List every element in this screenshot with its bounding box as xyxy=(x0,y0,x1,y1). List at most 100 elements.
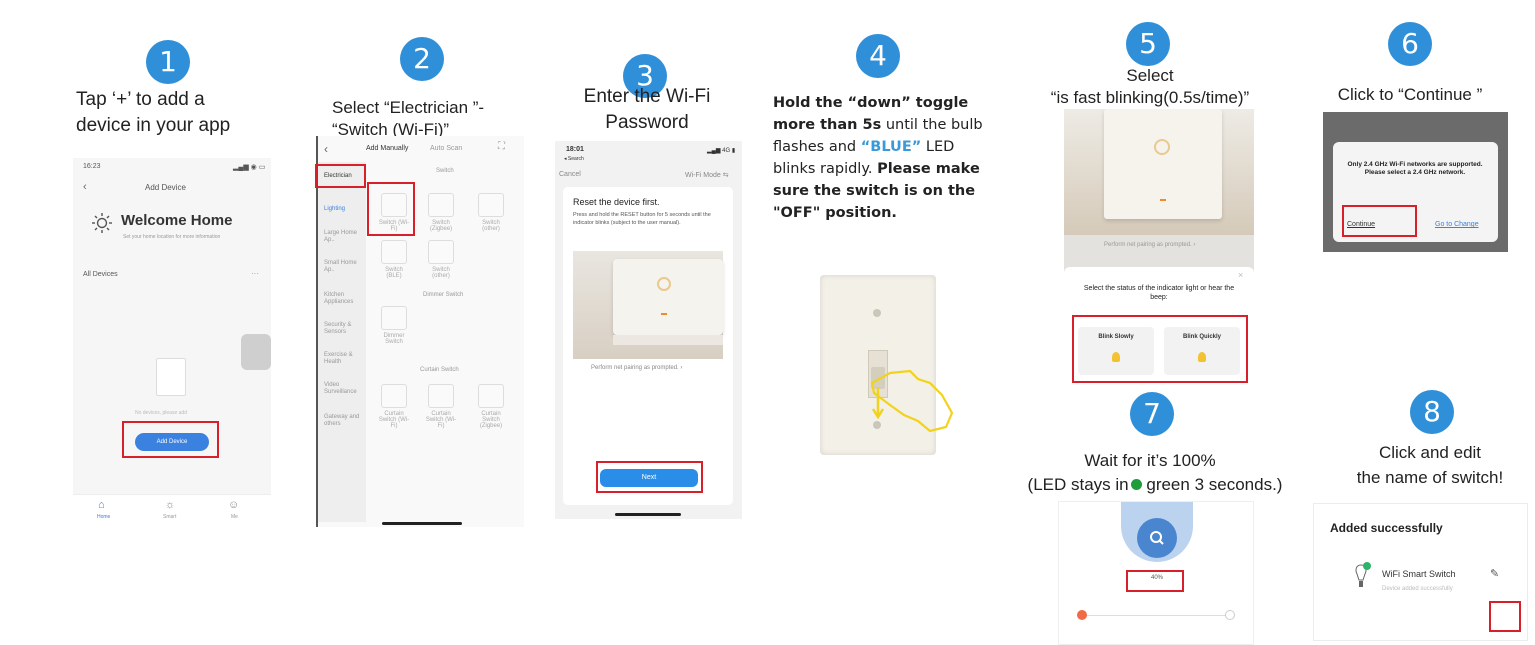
cancel-link[interactable]: Cancel xyxy=(559,171,581,178)
step-4-number: 4 xyxy=(856,34,900,78)
category-exercise[interactable]: Exercise & Health xyxy=(324,352,364,366)
section-curtain: Curtain Switch xyxy=(420,367,459,373)
back-chevron-icon[interactable]: ‹ xyxy=(83,181,87,193)
reset-body: Press and hold the RESET button for 5 se… xyxy=(573,212,711,226)
step-5-caption-line1: Select xyxy=(1126,66,1174,85)
scan-icon[interactable]: ⛶ xyxy=(498,141,505,152)
step-7-caption-part-b: green 3 seconds.) xyxy=(1141,475,1283,494)
progress-step-3-dot xyxy=(1225,610,1235,620)
home-indicator xyxy=(382,522,462,525)
step-2-number: 2 xyxy=(400,37,444,81)
device-body-5 xyxy=(1104,109,1222,219)
item-switch-ble-icon[interactable] xyxy=(381,240,407,264)
highlight-continue xyxy=(1342,205,1417,237)
hand-gesture-icon xyxy=(860,365,956,435)
net-pairing-link-5[interactable]: Perform net pairing as prompted. › xyxy=(1104,242,1195,248)
device-status: Device added successfully xyxy=(1382,586,1453,592)
category-kitchen[interactable]: Kitchen Appliances xyxy=(324,292,364,306)
step-4-bold5: sure the switch is on the xyxy=(773,183,976,199)
section-dimmer: Dimmer Switch xyxy=(423,292,464,298)
step-1-number: 1 xyxy=(146,40,190,84)
item-switch-zigbee-icon[interactable] xyxy=(428,193,454,217)
category-lighting[interactable]: Lighting xyxy=(324,206,364,213)
step-3-caption-line2: Password xyxy=(605,112,689,133)
step-4-bold1: Hold the “down” toggle xyxy=(773,95,969,111)
status-icons-3: ▂▄▆ 4G ▮ xyxy=(707,148,736,154)
led-green-dot-icon xyxy=(1130,479,1142,490)
sun-icon xyxy=(91,212,113,234)
all-devices-label[interactable]: All Devices xyxy=(83,271,118,278)
welcome-heading: Welcome Home xyxy=(121,212,233,229)
category-gateway[interactable]: Gateway and others xyxy=(324,414,364,428)
step-4-text3: flashes and xyxy=(773,139,861,155)
no-devices-text: No devices, please add xyxy=(135,410,187,416)
item-curtain2-label[interactable]: Curtain Switch (Wi-Fi) xyxy=(424,411,458,429)
highlight-electrician xyxy=(315,164,366,188)
edit-pencil-icon[interactable]: ✎ xyxy=(1490,567,1499,580)
back-search-link[interactable]: ◂ Search xyxy=(564,156,584,162)
home-indicator-3 xyxy=(615,513,681,516)
item-switch-other2-icon[interactable] xyxy=(428,240,454,264)
step-7-caption-line1: Wait for it’s 100% xyxy=(1084,451,1216,470)
step-4-instructions: Hold the “down” toggle more than 5s unti… xyxy=(773,92,1033,224)
net-pairing-link[interactable]: Perform net pairing as prompted. › xyxy=(591,365,682,371)
step-2-caption-line1: Select “Electrician ”- xyxy=(332,98,485,117)
back-icon[interactable]: ‹ xyxy=(324,142,328,156)
step-4-bold6: "OFF" position. xyxy=(773,205,897,221)
section-switch: Switch xyxy=(436,168,454,174)
reset-heading: Reset the device first. xyxy=(573,197,660,207)
item-curtain1-icon[interactable] xyxy=(381,384,407,408)
item-dimmer-icon[interactable] xyxy=(381,306,407,330)
device-led-5 xyxy=(1160,199,1166,201)
item-switch-zigbee-label[interactable]: Switch (Zigbee) xyxy=(424,220,458,232)
step-1-screenshot: 16:23 ▂▄▆ ◉ ▭ ‹ Add Device Welcome Home … xyxy=(73,158,271,526)
category-video[interactable]: Video Surveillance xyxy=(324,382,364,396)
step-6-caption-line1: Click to “Continue ” xyxy=(1337,85,1483,104)
tab-auto-scan[interactable]: Auto Scan xyxy=(430,145,462,152)
device-photo-5 xyxy=(1064,109,1254,235)
item-curtain2-icon[interactable] xyxy=(428,384,454,408)
welcome-subtitle[interactable]: Set your home location for more informat… xyxy=(123,234,220,240)
home-tab-icon[interactable]: ⌂ xyxy=(98,499,105,511)
step-5-number: 5 xyxy=(1126,22,1170,66)
me-tab-label: Me xyxy=(231,514,238,520)
blink-question: Select the status of the indicator light… xyxy=(1083,285,1235,301)
highlight-blink-options xyxy=(1072,315,1248,383)
step-4-text4: blinks rapidly. xyxy=(773,161,878,177)
more-icon[interactable]: ··· xyxy=(251,269,259,278)
device-body xyxy=(613,259,723,335)
device-photo xyxy=(573,251,723,359)
item-switch-ble-label[interactable]: Switch (BLE) xyxy=(377,267,411,279)
category-security[interactable]: Security & Sensors xyxy=(324,322,364,336)
go-to-change-button[interactable]: Go to Change xyxy=(1435,221,1479,228)
device-button-icon-5 xyxy=(1154,139,1170,155)
step-3-caption-line1: Enter the Wi-Fi xyxy=(583,86,711,107)
success-check-icon xyxy=(1363,562,1371,570)
step-4-bold4: Please make xyxy=(877,161,980,177)
tab-add-manually[interactable]: Add Manually xyxy=(366,145,408,152)
item-curtain3-icon[interactable] xyxy=(478,384,504,408)
item-switch-other-icon[interactable] xyxy=(478,193,504,217)
item-switch-other-label[interactable]: Switch (other) xyxy=(474,220,508,232)
category-small-home[interactable]: Small Home Ap.. xyxy=(324,260,364,274)
item-dimmer-label[interactable]: Dimmer Switch xyxy=(377,333,411,345)
step-7-caption-part-a: (LED stays in xyxy=(1027,475,1129,494)
empty-doc-icon xyxy=(156,358,186,396)
step-8-number: 8 xyxy=(1410,390,1454,434)
step-8-caption-line2: the name of switch! xyxy=(1356,468,1504,487)
category-large-home[interactable]: Large Home Ap.. xyxy=(324,230,364,244)
step-4-text2: until the bulb xyxy=(881,117,983,133)
side-floating-button[interactable] xyxy=(241,334,271,370)
item-curtain3-label[interactable]: Curtain Switch (Zigbee) xyxy=(474,411,508,429)
highlight-percent xyxy=(1126,570,1184,592)
device-base xyxy=(613,335,723,345)
close-icon[interactable]: × xyxy=(1238,270,1243,280)
smart-tab-icon[interactable]: ☼ xyxy=(165,499,175,511)
progress-step-1-dot xyxy=(1077,610,1087,620)
device-button-icon xyxy=(657,277,671,291)
item-switch-other2-label[interactable]: Switch (other) xyxy=(424,267,458,279)
device-name[interactable]: WiFi Smart Switch xyxy=(1382,569,1456,579)
item-curtain1-label[interactable]: Curtain Switch (Wi-Fi) xyxy=(377,411,411,429)
wifi-mode-link[interactable]: Wi-Fi Mode ⇆ xyxy=(685,171,729,179)
me-tab-icon[interactable]: ☺ xyxy=(228,499,239,511)
